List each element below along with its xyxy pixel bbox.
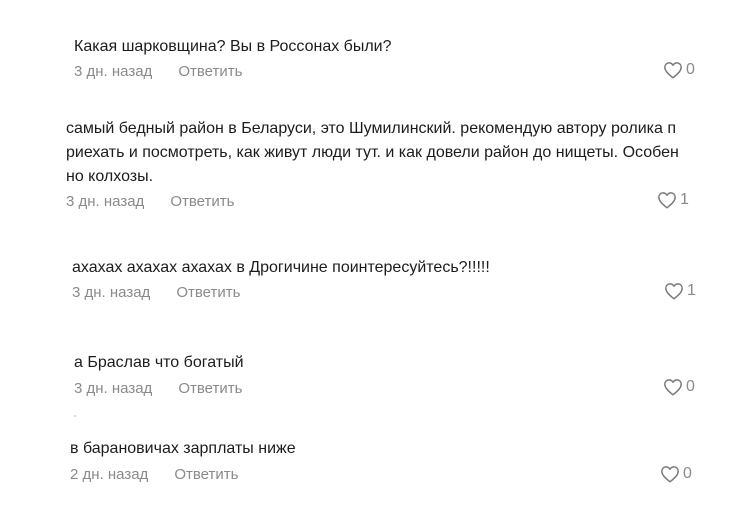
comment-text: ахахах ахахах ахахах в Дрогичине поинтер… xyxy=(72,259,490,276)
heart-icon xyxy=(664,379,682,396)
like-count: 0 xyxy=(686,378,695,395)
comment-meta: 3 дн. назад Ответить xyxy=(74,60,242,82)
heart-icon xyxy=(661,466,679,483)
comment-timestamp: 3 дн. назад xyxy=(72,283,151,301)
comment-meta: 3 дн. назад Ответить xyxy=(72,281,240,303)
like-count: 0 xyxy=(686,61,695,78)
comment-meta: 3 дн. назад Ответить xyxy=(74,377,242,399)
heart-icon xyxy=(658,192,676,209)
comment-timestamp: 2 дн. назад xyxy=(70,465,149,483)
like-button[interactable]: 0 xyxy=(663,378,695,396)
heart-icon xyxy=(664,62,682,79)
comment-text: самый бедный район в Беларуси, это Шумил… xyxy=(66,120,679,185)
reply-button[interactable]: Ответить xyxy=(178,63,242,80)
reply-button[interactable]: Ответить xyxy=(176,284,240,301)
reply-button[interactable]: Ответить xyxy=(178,380,242,397)
comment-text: а Браслав что богатый xyxy=(74,354,244,371)
like-count: 1 xyxy=(687,282,696,299)
like-button[interactable]: 1 xyxy=(657,191,689,209)
comment-meta: 3 дн. назад Ответить xyxy=(66,190,234,212)
like-count: 1 xyxy=(680,191,689,208)
like-button[interactable]: 0 xyxy=(660,465,692,483)
reply-button[interactable]: Ответить xyxy=(170,193,234,210)
comment-meta: 2 дн. назад Ответить xyxy=(70,463,238,485)
comment-text: в барановичах зарплаты ниже xyxy=(70,440,296,457)
comment-text: Какая шарковщина? Вы в Россонах были? xyxy=(74,38,392,55)
heart-icon xyxy=(665,283,683,300)
comment-timestamp: 3 дн. назад xyxy=(74,62,153,80)
like-count: 0 xyxy=(683,465,692,482)
comment-timestamp: 3 дн. назад xyxy=(66,192,145,210)
comment-timestamp: 3 дн. назад xyxy=(74,379,153,397)
reply-button[interactable]: Ответить xyxy=(174,466,238,483)
like-button[interactable]: 0 xyxy=(663,61,695,79)
divider-dot xyxy=(74,415,76,417)
like-button[interactable]: 1 xyxy=(664,282,696,300)
